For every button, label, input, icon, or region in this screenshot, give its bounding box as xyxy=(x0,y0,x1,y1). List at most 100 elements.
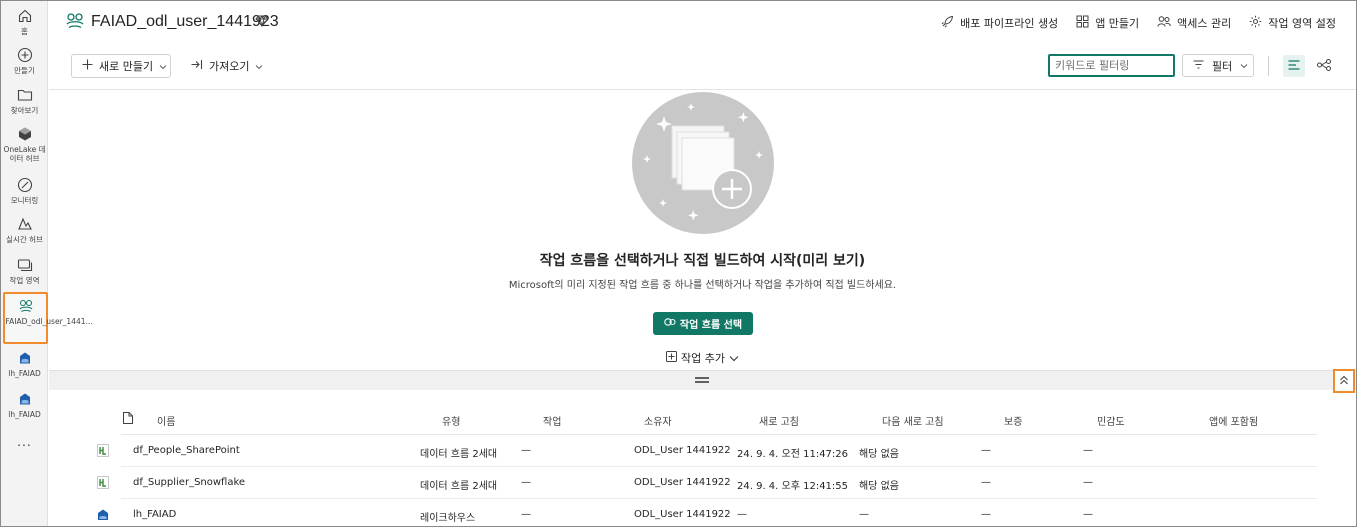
item-endorsement: — xyxy=(981,477,991,488)
table-row[interactable]: df_People_SharePoint 데이터 흐름 2세대 — ODL_Us… xyxy=(49,435,1357,467)
workspaces-icon xyxy=(16,256,34,274)
rail-item-lakehouse-1[interactable]: lh_FAIAD xyxy=(1,349,48,378)
item-refreshed: — xyxy=(737,509,747,520)
onelake-icon xyxy=(16,125,34,143)
deploy-pipeline-label: 배포 파이프라인 생성 xyxy=(960,17,1059,30)
realtime-icon xyxy=(16,215,34,233)
column-header-included-in-app[interactable]: 앱에 포함됨 xyxy=(1209,413,1258,428)
rail-label: 실시간 허브 xyxy=(6,235,43,244)
chevron-down-icon xyxy=(255,60,263,73)
rail-item-monitor[interactable]: 모니터링 xyxy=(1,176,48,205)
collapse-pane-button[interactable] xyxy=(1333,369,1355,393)
lineage-icon xyxy=(1317,58,1331,74)
item-task: — xyxy=(521,445,531,456)
rail-label: 홈 xyxy=(21,27,28,36)
dataflow-icon xyxy=(97,444,109,457)
lakehouse-icon xyxy=(16,349,34,367)
item-type: 데이터 흐름 2세대 xyxy=(420,449,498,460)
rail-item-current-workspace[interactable]: FAIAD_odl_user_1441... xyxy=(3,292,93,344)
manage-access-button[interactable]: 액세스 관리 xyxy=(1157,15,1231,31)
lineage-view-button[interactable] xyxy=(1313,55,1335,77)
item-owner: ODL_User 1441922 xyxy=(634,509,731,520)
item-sensitivity: — xyxy=(1083,509,1093,520)
page-title: FAIAD_odl_user_1441923 xyxy=(91,13,279,30)
new-item-button[interactable]: 새로 만들기 xyxy=(71,54,171,78)
home-icon xyxy=(16,7,34,25)
search-input[interactable] xyxy=(1048,54,1175,77)
column-header-next-refresh[interactable]: 다음 새로 고침 xyxy=(882,413,944,428)
workspace-settings-button[interactable]: 작업 영역 설정 xyxy=(1249,15,1336,31)
import-arrow-icon xyxy=(191,59,203,73)
app-grid-icon xyxy=(1076,15,1089,31)
column-header-refreshed[interactable]: 새로 고침 xyxy=(759,413,799,428)
add-square-icon xyxy=(666,351,677,365)
chevron-down-icon xyxy=(729,352,739,365)
toolbar-divider xyxy=(1268,56,1269,76)
more-icon[interactable]: ... xyxy=(1,433,48,449)
add-task-button[interactable]: 작업 추가 xyxy=(666,350,739,366)
item-owner: ODL_User 1441922 xyxy=(634,445,731,456)
column-header-endorsement[interactable]: 보증 xyxy=(1004,413,1022,428)
select-task-flow-label: 작업 흐름 선택 xyxy=(679,320,743,331)
item-owner: ODL_User 1441922 xyxy=(634,477,731,488)
chevron-down-icon xyxy=(1240,59,1248,72)
workspace-header: FAIAD_odl_user_1441923 배포 파이프라인 생성 앱 만들기… xyxy=(49,1,1356,43)
filter-label: 필터 xyxy=(1212,59,1233,73)
pane-splitter[interactable] xyxy=(49,370,1356,390)
item-next-refresh: — xyxy=(859,509,869,520)
lakehouse-icon xyxy=(16,390,34,408)
list-view-icon xyxy=(1288,59,1300,73)
list-view-button[interactable] xyxy=(1283,55,1305,77)
plus-icon xyxy=(82,59,93,73)
stacked-pages-plus-icon xyxy=(643,103,763,221)
left-rail: 홈 만들기 찾아보기 OneLake 데이터 허브 모니터링 실시간 허브 작업… xyxy=(1,1,93,526)
column-header-sensitivity[interactable]: 민감도 xyxy=(1097,413,1125,428)
add-task-label: 작업 추가 xyxy=(681,352,725,365)
rail-label: 만들기 xyxy=(14,66,35,75)
gear-icon xyxy=(1249,15,1262,31)
people-icon xyxy=(1157,15,1171,31)
create-app-label: 앱 만들기 xyxy=(1095,17,1140,30)
rail-label: 찾아보기 xyxy=(10,106,39,115)
filter-button[interactable]: 필터 xyxy=(1182,54,1254,77)
filter-icon xyxy=(1193,59,1204,72)
column-header-owner[interactable]: 소유자 xyxy=(644,413,672,428)
rail-item-onelake[interactable]: OneLake 데이터 허브 xyxy=(1,125,48,163)
rail-item-workspaces[interactable]: 작업 영역 xyxy=(1,256,48,285)
item-name[interactable]: df_People_SharePoint xyxy=(133,445,240,456)
rail-label: lh_FAIAD xyxy=(8,410,41,419)
column-header-name[interactable]: 이름 xyxy=(157,413,175,428)
rocket-icon xyxy=(941,15,954,31)
drag-handle-icon[interactable] xyxy=(695,377,709,383)
workspace-settings-label: 작업 영역 설정 xyxy=(1268,17,1336,30)
chevron-down-icon xyxy=(159,60,167,73)
item-name[interactable]: df_Supplier_Snowflake xyxy=(133,477,245,488)
table-row[interactable]: lh_FAIAD 레이크하우스 — ODL_User 1441922 — — —… xyxy=(49,499,1357,527)
workspace-icon xyxy=(17,297,35,315)
column-header-task[interactable]: 작업 xyxy=(543,413,561,428)
item-next-refresh: 해당 없음 xyxy=(859,449,899,460)
dataflow-icon xyxy=(97,476,109,489)
select-task-flow-button[interactable]: 작업 흐름 선택 xyxy=(653,312,753,335)
item-type: 레이크하우스 xyxy=(420,513,476,524)
item-name[interactable]: lh_FAIAD xyxy=(133,509,176,520)
task-flow-empty-state: 작업 흐름을 선택하거나 직접 빌드하여 시작(미리 보기) Microsoft… xyxy=(49,91,1356,370)
rail-item-lakehouse-2[interactable]: lh_FAIAD xyxy=(1,390,48,419)
task-flow-illustration xyxy=(632,92,774,234)
item-endorsement: — xyxy=(981,445,991,456)
create-icon xyxy=(16,46,34,64)
header-actions: 배포 파이프라인 생성 앱 만들기 액세스 관리 작업 영역 설정 xyxy=(923,15,1336,31)
deploy-pipeline-button[interactable]: 배포 파이프라인 생성 xyxy=(941,15,1058,31)
rail-item-home[interactable]: 홈 xyxy=(1,7,48,36)
create-app-button[interactable]: 앱 만들기 xyxy=(1076,15,1139,31)
rail-item-browse[interactable]: 찾아보기 xyxy=(1,86,48,115)
column-header-type[interactable]: 유형 xyxy=(442,413,460,428)
double-chevron-up-icon xyxy=(1339,374,1349,388)
rail-item-realtime[interactable]: 실시간 허브 xyxy=(1,215,48,244)
rail-item-create[interactable]: 만들기 xyxy=(1,46,48,75)
import-button[interactable]: 가져오기 xyxy=(191,54,263,78)
item-refreshed: 24. 9. 4. 오후 12:41:55 xyxy=(737,481,849,492)
monitor-icon xyxy=(16,176,34,194)
table-row[interactable]: df_Supplier_Snowflake 데이터 흐름 2세대 — ODL_U… xyxy=(49,467,1357,499)
rail-label: OneLake 데이터 허브 xyxy=(3,145,46,163)
